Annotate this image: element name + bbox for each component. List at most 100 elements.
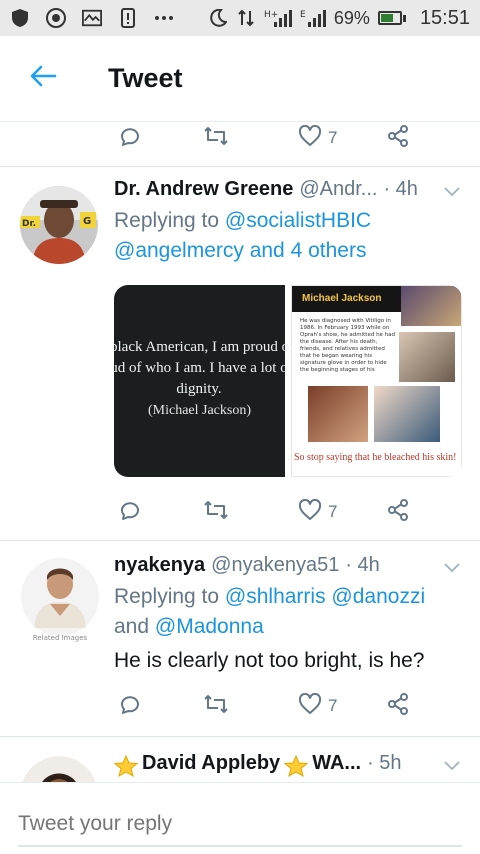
share-icon — [386, 124, 410, 153]
comment-icon — [118, 124, 142, 153]
avatar[interactable] — [20, 756, 98, 782]
tweet-actions: 7 — [0, 492, 480, 532]
activity-icon — [82, 8, 102, 28]
tweet-menu-button[interactable] — [442, 756, 462, 776]
replying-to-label: Replying to — [114, 585, 220, 608]
signal-hplus-icon: H+ — [264, 8, 292, 28]
top-app-bar: Tweet — [0, 36, 480, 122]
photo-thumbnail — [399, 332, 455, 382]
timestamp: · 4h — [383, 178, 418, 200]
collage-text: He was diagnosed with Vitiligo in 1986. … — [300, 318, 396, 373]
like-button[interactable]: 7 — [298, 118, 337, 158]
author-name[interactable]: David Appleby — [142, 752, 280, 775]
heart-icon — [298, 124, 322, 152]
reply-button[interactable] — [118, 118, 142, 158]
author-handle[interactable]: @Andr... — [299, 178, 377, 201]
replying-to-and: and — [114, 615, 150, 638]
collage-title: Michael Jackson — [302, 293, 382, 304]
arrow-left-icon — [29, 64, 57, 93]
replying-to-label: Replying to — [114, 209, 220, 232]
mention-link[interactable]: @socialistHBIC — [225, 209, 371, 232]
signal-e-icon: E — [300, 8, 326, 28]
mention-link[interactable]: @angelmercy and 4 others — [114, 239, 366, 262]
star-icon — [114, 755, 138, 777]
retweet-button[interactable] — [203, 686, 229, 726]
author-name[interactable]: Dr. Andrew Greene — [114, 178, 293, 201]
reply-input[interactable] — [18, 803, 462, 847]
status-bar: H+ E 69% 15:51 — [0, 0, 480, 36]
mention-link[interactable]: @Madonna — [155, 615, 264, 638]
reply-button[interactable] — [118, 686, 142, 726]
like-count: 7 — [328, 502, 338, 521]
quote-line: ud of who I am. I have a lot o — [114, 360, 288, 376]
quote-line: dignity. — [176, 381, 222, 397]
retweet-button[interactable] — [203, 118, 229, 158]
replying-to: Replying to @shlharris @danozzi and @Mad… — [114, 582, 462, 642]
collage-image[interactable]: Michael Jackson He was diagnosed with Vi… — [291, 285, 462, 477]
like-count: 7 — [328, 128, 338, 147]
like-button[interactable]: 7 — [298, 492, 337, 532]
avatar[interactable]: Dr. G — [20, 186, 98, 264]
author-name[interactable]: nyakenya — [114, 554, 205, 577]
tweet-menu-button[interactable] — [442, 182, 462, 202]
author-name-suffix[interactable]: WA... — [312, 752, 361, 775]
chevron-down-icon — [443, 557, 461, 580]
comment-icon — [118, 498, 142, 527]
tweet-menu-button[interactable] — [442, 558, 462, 578]
shield-icon — [10, 8, 30, 28]
retweet-icon — [203, 693, 229, 720]
retweet-button[interactable] — [203, 492, 229, 532]
timestamp: · 5h — [367, 752, 402, 774]
share-button[interactable] — [386, 686, 410, 726]
collage-caption: So stop saying that he bleached his skin… — [294, 452, 457, 463]
tweet-actions: 7 — [0, 686, 480, 726]
avatar-caption: Related Images — [32, 634, 88, 642]
heart-icon — [298, 498, 322, 526]
like-button[interactable]: 7 — [298, 686, 337, 726]
chevron-down-icon — [443, 181, 461, 204]
quote-image[interactable]: black American, I am proud of ud of who … — [114, 285, 295, 477]
retweet-icon — [203, 125, 229, 152]
quote-attribution: (Michael Jackson) — [147, 403, 252, 418]
tweet-item[interactable]: Related Images nyakenya @nyakenya51 · 4h… — [0, 540, 480, 736]
svg-text:E: E — [300, 10, 306, 20]
photo-thumbnail — [374, 386, 440, 442]
back-button[interactable] — [0, 36, 86, 122]
media-gallery[interactable]: black American, I am proud of ud of who … — [114, 285, 462, 477]
photo-thumbnail — [401, 286, 461, 326]
share-icon — [386, 692, 410, 721]
battery-percent: 69% — [333, 7, 370, 28]
mention-link[interactable]: @shlharris @danozzi — [225, 585, 425, 608]
tweet-text: He is clearly not too bright, is he? — [114, 649, 425, 672]
heart-icon — [298, 692, 322, 720]
like-count: 7 — [328, 696, 338, 715]
aperture-icon — [46, 8, 66, 28]
page-title: Tweet — [108, 63, 183, 93]
retweet-icon — [203, 499, 229, 526]
share-button[interactable] — [386, 492, 410, 532]
more-dots-icon — [154, 8, 174, 28]
data-transfer-icon — [236, 8, 256, 28]
avatar[interactable]: Related Images — [20, 558, 100, 658]
tweet-item[interactable]: Dr. G Dr. Andrew Greene @Andr... · 4h Re… — [0, 166, 480, 540]
reply-button[interactable] — [118, 492, 142, 532]
quote-line: black American, I am proud of — [114, 339, 295, 355]
reply-composer — [0, 782, 480, 854]
svg-text:H+: H+ — [264, 10, 278, 20]
replying-to: Replying to @socialistHBIC @angelmercy a… — [114, 206, 462, 266]
timestamp: · 4h — [345, 554, 380, 576]
author-handle[interactable]: @nyakenya51 — [211, 554, 339, 577]
photo-thumbnail — [308, 386, 368, 442]
tweet-actions: 7 — [0, 118, 480, 158]
svg-text:Dr.: Dr. — [22, 219, 36, 229]
clock: 15:51 — [419, 6, 470, 29]
svg-text:G: G — [83, 216, 91, 227]
share-button[interactable] — [386, 118, 410, 158]
phone-alert-icon — [118, 8, 138, 28]
star-icon — [284, 755, 309, 777]
comment-icon — [118, 692, 142, 721]
battery-icon — [377, 11, 406, 25]
share-icon — [386, 498, 410, 527]
chevron-down-icon — [443, 755, 461, 778]
tweet-item[interactable]: David Appleby WA... · 5h — [0, 736, 480, 782]
